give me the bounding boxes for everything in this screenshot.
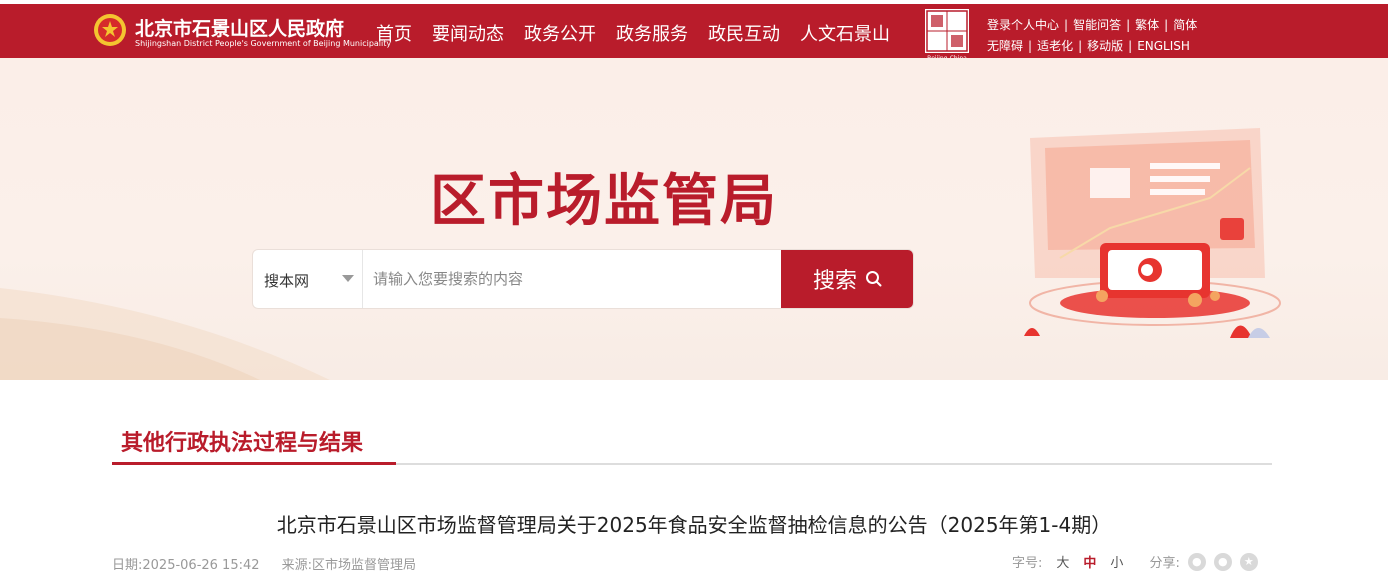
search-box: 搜本网 搜索: [252, 249, 914, 309]
nav-gov-affairs[interactable]: 政务公开: [524, 20, 596, 46]
accessibility-link[interactable]: 无障碍: [987, 39, 1023, 53]
font-size-label: 字号:: [1012, 556, 1043, 571]
utility-links-row1: 登录个人中心 | 智能问答 | 繁体 | 简体: [987, 18, 1198, 32]
smart-qa-link[interactable]: 智能问答: [1073, 18, 1121, 32]
wechat-share-icon[interactable]: ●: [1187, 552, 1206, 571]
elderly-mode-link[interactable]: 适老化: [1037, 39, 1073, 53]
top-header: 北京市石景山区人民政府 Shijingshan District People'…: [0, 0, 1388, 62]
utility-links: 登录个人中心 | 智能问答 | 繁体 | 简体 无障碍 | 适老化 | 移动版 | ENGLISH: [987, 15, 1197, 57]
nav-home[interactable]: 首页: [376, 20, 412, 46]
simplified-chinese-link[interactable]: 简体: [1173, 18, 1197, 32]
weibo-share-icon[interactable]: ●: [1213, 552, 1232, 571]
section-title[interactable]: 其他行政执法过程与结果: [121, 425, 363, 457]
article-tools: 字号: 大 中 小 分享: ● ● ★: [1012, 552, 1258, 571]
nav-gov-services[interactable]: 政务服务: [616, 20, 688, 46]
main-nav: 首页 要闻动态 政务公开 政务服务 政民互动 人文石景山: [376, 20, 910, 46]
font-size-large-button[interactable]: 大: [1056, 552, 1069, 571]
login-link[interactable]: 登录个人中心: [987, 18, 1059, 32]
mobile-version-link[interactable]: 移动版: [1087, 39, 1123, 53]
search-button[interactable]: 搜索: [781, 250, 913, 308]
search-scope-value: 搜本网: [264, 272, 310, 290]
chevron-down-icon: [342, 275, 354, 282]
search-input[interactable]: [364, 250, 782, 308]
font-size-medium-button[interactable]: 中: [1083, 552, 1096, 571]
english-link[interactable]: ENGLISH: [1137, 39, 1190, 53]
article-date: 日期:2025-06-26 15:42: [112, 558, 260, 573]
capital-window-logo-icon[interactable]: Beijing-China: [924, 8, 970, 62]
department-title: 区市场监管局: [430, 169, 778, 234]
market-supervision-illustration: [1024, 128, 1281, 338]
nav-interaction[interactable]: 政民互动: [708, 20, 780, 46]
site-name[interactable]: 北京市石景山区人民政府: [135, 14, 344, 41]
section-title-underline: [112, 462, 396, 465]
nav-culture[interactable]: 人文石景山: [800, 20, 890, 46]
article-title: 北京市石景山区市场监督管理局关于2025年食品安全监督抽检信息的公告（2025年…: [276, 513, 1112, 537]
search-icon: [866, 271, 882, 287]
site-subtitle: Shijingshan District People's Government…: [135, 39, 392, 48]
banner: 区市场监管局 搜本网 搜索: [0, 58, 1388, 380]
traditional-chinese-link[interactable]: 繁体: [1135, 18, 1159, 32]
search-scope-select[interactable]: 搜本网: [253, 250, 363, 308]
utility-links-row2: 无障碍 | 适老化 | 移动版 | ENGLISH: [987, 39, 1190, 53]
nav-news[interactable]: 要闻动态: [432, 20, 504, 46]
national-emblem-icon: [94, 14, 126, 46]
share-label: 分享:: [1149, 556, 1180, 571]
font-size-small-button[interactable]: 小: [1110, 552, 1123, 571]
article-meta: 日期:2025-06-26 15:42 来源:区市场监督管理局: [112, 554, 416, 573]
favorite-star-icon[interactable]: ★: [1239, 552, 1258, 571]
search-button-label: 搜索: [812, 269, 857, 294]
article-source: 来源:区市场监督管理局: [281, 558, 417, 573]
